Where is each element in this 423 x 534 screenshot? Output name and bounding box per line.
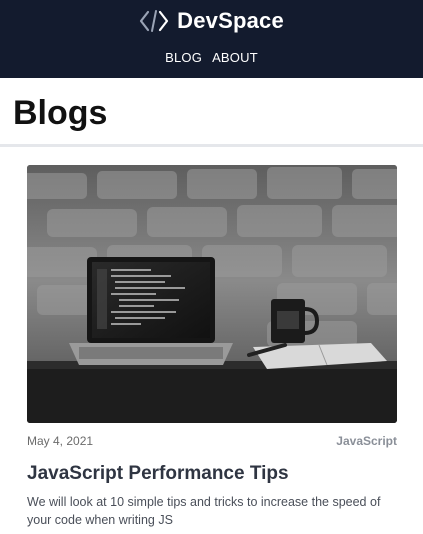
- post-title[interactable]: JavaScript Performance Tips: [27, 463, 397, 485]
- site-header: DevSpace BLOG ABOUT: [0, 0, 423, 78]
- laptop-on-desk-photo: [27, 165, 397, 423]
- code-brackets-icon: [140, 10, 169, 32]
- post-date: May 4, 2021: [27, 434, 94, 448]
- divider: [0, 144, 423, 147]
- nav-about-link[interactable]: ABOUT: [212, 50, 258, 65]
- post-card[interactable]: May 4, 2021 JavaScript JavaScript Perfor…: [27, 165, 397, 529]
- page-title: Blogs: [13, 94, 108, 132]
- post-category[interactable]: JavaScript: [336, 434, 397, 448]
- post-excerpt: We will look at 10 simple tips and trick…: [27, 495, 381, 527]
- brand-name: DevSpace: [177, 8, 284, 33]
- nav-blog-link[interactable]: BLOG: [165, 50, 202, 65]
- post-image[interactable]: [27, 165, 397, 423]
- brand[interactable]: DevSpace: [0, 8, 423, 34]
- main-nav: BLOG ABOUT: [0, 50, 423, 65]
- post-meta: May 4, 2021 JavaScript: [27, 433, 397, 449]
